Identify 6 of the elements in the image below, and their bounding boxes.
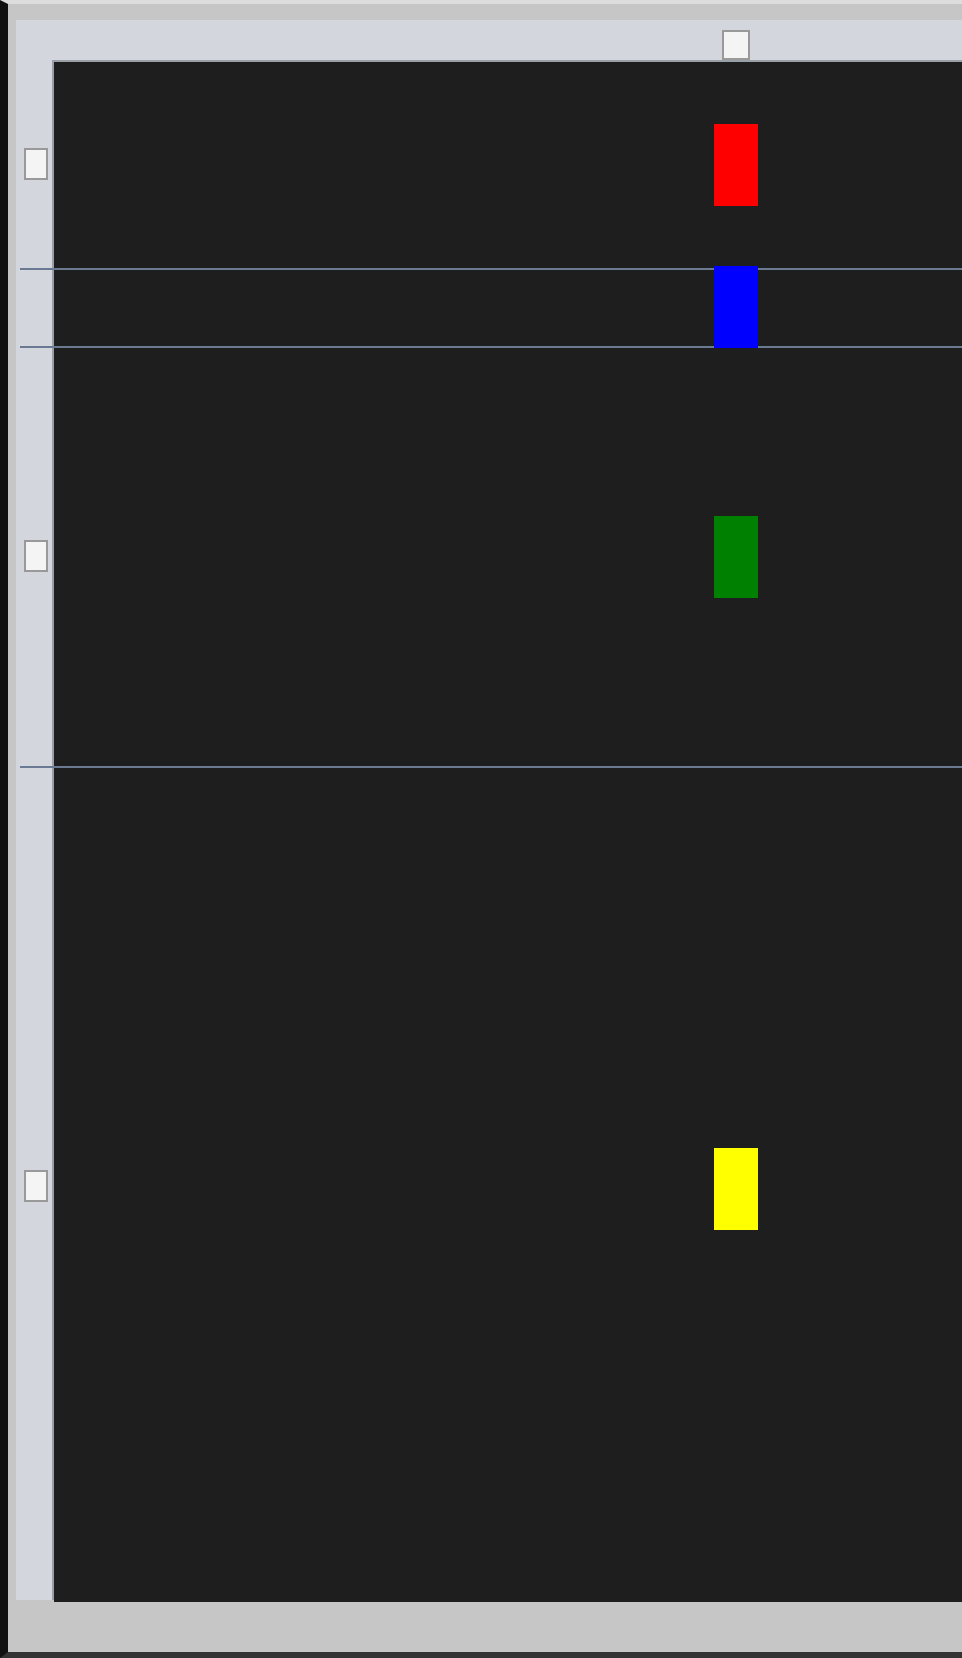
guide-line[interactable] (20, 346, 962, 348)
handle-icon[interactable] (722, 30, 750, 60)
handle-icon[interactable] (24, 540, 48, 572)
handle-icon[interactable] (24, 148, 48, 180)
guide-line[interactable] (20, 268, 962, 270)
handle-icon[interactable] (24, 1170, 48, 1202)
